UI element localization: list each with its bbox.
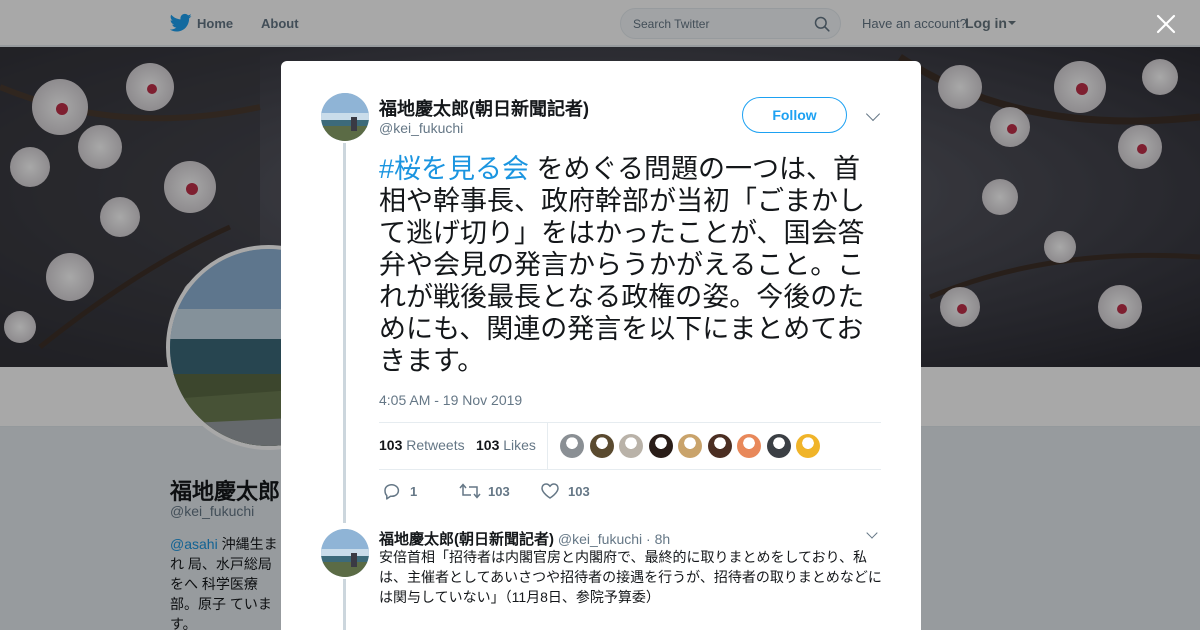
reply-author-handle[interactable]: @kei_fukuchi — [558, 531, 642, 547]
seaside-photo-icon — [321, 529, 369, 577]
tweet-timestamp[interactable]: 4:05 AM - 19 Nov 2019 — [379, 392, 522, 408]
likes-stat[interactable]: 103 Likes — [476, 437, 536, 453]
author-name[interactable]: 福地慶太郎(朝日新聞記者) — [379, 95, 589, 121]
heart-icon — [541, 483, 559, 499]
liker-avatar-4[interactable] — [648, 434, 673, 458]
follow-button[interactable]: Follow — [742, 97, 847, 133]
thread-line — [343, 579, 346, 630]
chevron-down-icon[interactable] — [866, 527, 878, 539]
tweet-permalink-modal: 福地慶太郎(朝日新聞記者) @kei_fukuchi Follow #桜を見る会… — [281, 61, 921, 630]
hashtag-link[interactable]: #桜を見る会 — [379, 154, 529, 184]
liker-avatar-8[interactable] — [766, 434, 791, 458]
reply-count: 1 — [410, 484, 418, 499]
stats-separator — [547, 422, 548, 469]
retweets-label: Retweets — [406, 437, 465, 453]
reply-author-avatar[interactable] — [321, 529, 369, 577]
liker-avatar-1[interactable] — [560, 434, 584, 458]
reply-tweet-header: 福地慶太郎(朝日新聞記者) @kei_fukuchi · 8h — [379, 528, 670, 549]
retweets-stat[interactable]: 103 Retweets — [379, 437, 465, 453]
liker-avatar-2[interactable] — [589, 434, 614, 458]
author-avatar[interactable] — [321, 93, 369, 141]
retweet-icon — [459, 483, 481, 499]
close-icon[interactable] — [1156, 14, 1176, 34]
retweet-action-count: 103 — [488, 484, 510, 499]
reply-icon — [384, 483, 400, 500]
chevron-down-icon[interactable] — [865, 106, 881, 122]
liker-avatar-6[interactable] — [707, 434, 732, 458]
seaside-photo-icon — [321, 93, 369, 141]
reply-author-name[interactable]: 福地慶太郎(朝日新聞記者) — [379, 531, 554, 548]
tweet-body: をめぐる問題の一つは、首相や幹事長、政府幹部が当初「ごまかして逃げ切り」をはかっ… — [379, 154, 865, 376]
likes-label: Likes — [503, 437, 536, 453]
liker-avatar-7[interactable] — [737, 434, 761, 458]
likes-count: 103 — [476, 437, 500, 453]
tweet-text: #桜を見る会 をめぐる問題の一つは、首相や幹事長、政府幹部が当初「ごまかして逃げ… — [379, 153, 884, 377]
reply-tweet-text: 安倍首相「招待者は内閣官房と内閣府で、最終的に取りまとめをしており、私は、主催者… — [379, 549, 882, 605]
like-action-count: 103 — [568, 484, 590, 499]
liker-avatar-9[interactable] — [796, 434, 820, 458]
liker-avatar-3[interactable] — [619, 434, 643, 458]
retweets-count: 103 — [379, 437, 403, 453]
author-handle[interactable]: @kei_fukuchi — [379, 120, 463, 136]
stats-divider-top — [379, 422, 881, 423]
reply-tweet-age[interactable]: · 8h — [646, 531, 670, 547]
liker-avatar-5[interactable] — [678, 434, 702, 458]
stats-divider-bottom — [379, 469, 881, 470]
thread-line — [343, 143, 346, 523]
